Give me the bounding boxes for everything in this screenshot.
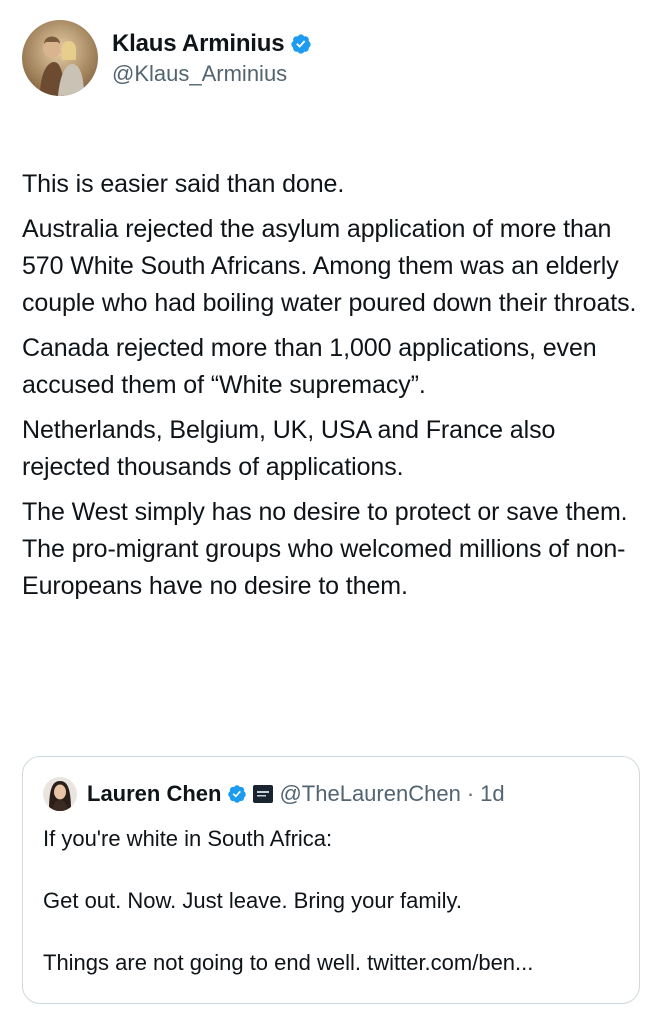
quoted-author-handle[interactable]: @TheLaurenChen bbox=[279, 781, 460, 807]
quoted-tweet-line: If you're white in South Africa: bbox=[43, 826, 333, 851]
line-break bbox=[43, 917, 623, 947]
quoted-tweet-header: Lauren Chen @TheLaurenChen · 1d bbox=[43, 777, 505, 811]
tweet-header: Klaus Arminius @Klaus_Arminius bbox=[22, 20, 312, 96]
quoted-author-avatar[interactable] bbox=[43, 777, 77, 811]
tweet-card: Klaus Arminius @Klaus_Arminius This is e… bbox=[0, 0, 663, 1024]
quoted-tweet-timestamp[interactable]: 1d bbox=[480, 781, 504, 807]
author-names: Klaus Arminius @Klaus_Arminius bbox=[112, 30, 312, 87]
meta-separator: · bbox=[466, 781, 475, 806]
affiliate-badge-icon[interactable] bbox=[253, 785, 274, 803]
tweet-paragraph: Canada rejected more than 1,000 applicat… bbox=[22, 334, 597, 399]
tweet-paragraph: This is easier said than done. bbox=[22, 170, 345, 198]
profile-photo bbox=[43, 777, 77, 811]
tweet-paragraph: Australia rejected the asylum applicatio… bbox=[22, 215, 637, 317]
tweet-paragraph: Netherlands, Belgium, UK, USA and France… bbox=[22, 416, 556, 481]
author-name-row: Klaus Arminius bbox=[112, 30, 312, 58]
tweet-text: This is easier said than done. Australia… bbox=[22, 166, 647, 613]
author-avatar[interactable] bbox=[22, 20, 98, 96]
verified-badge-icon bbox=[227, 784, 247, 804]
verified-badge-icon bbox=[290, 33, 312, 55]
quoted-tweet-line[interactable]: Things are not going to end well. twitte… bbox=[43, 947, 623, 979]
quoted-tweet[interactable]: Lauren Chen @TheLaurenChen · 1d If you'r… bbox=[22, 756, 640, 1004]
quoted-author-name[interactable]: Lauren Chen bbox=[87, 781, 221, 807]
tweet-paragraph: The West simply has no desire to protect… bbox=[22, 498, 628, 600]
quoted-tweet-line: Get out. Now. Just leave. Bring your fam… bbox=[43, 888, 462, 913]
author-display-name[interactable]: Klaus Arminius bbox=[112, 30, 285, 58]
author-handle[interactable]: @Klaus_Arminius bbox=[112, 61, 312, 87]
line-break bbox=[43, 855, 623, 885]
profile-photo bbox=[22, 20, 98, 96]
quoted-tweet-text: If you're white in South Africa: Get out… bbox=[43, 823, 623, 979]
